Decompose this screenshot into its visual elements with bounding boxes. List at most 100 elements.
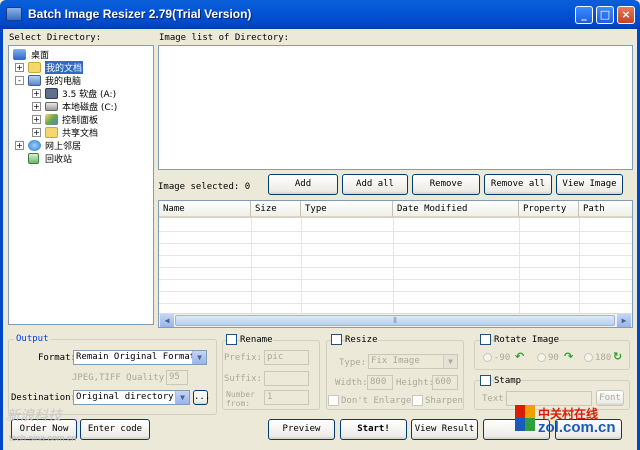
- number-from-label: Number from:: [226, 390, 255, 408]
- rotate-90-radio[interactable]: [537, 353, 546, 362]
- view-image-button[interactable]: View Image: [556, 174, 623, 195]
- quality-field[interactable]: 95: [166, 370, 188, 385]
- number-from-field[interactable]: 1: [264, 390, 309, 405]
- width-field[interactable]: 800: [367, 375, 393, 390]
- window-title: Batch Image Resizer 2.79(Trial Version): [28, 7, 252, 21]
- image-list-label: Image list of Directory:: [159, 33, 290, 43]
- rotate-180-icon: ↻: [613, 350, 623, 363]
- format-select[interactable]: Remain Original Format ▼: [73, 350, 207, 365]
- recycle-bin-icon: [28, 153, 39, 164]
- folder-icon: [45, 127, 58, 138]
- resize-type-select[interactable]: Fix Image ▼: [368, 354, 458, 369]
- expand-toggle[interactable]: +: [32, 102, 41, 111]
- resize-label: Resize: [345, 335, 378, 345]
- title-bar[interactable]: Batch Image Resizer 2.79(Trial Version) …: [0, 0, 640, 29]
- table-row: [159, 255, 632, 256]
- table-row: [159, 279, 632, 280]
- scroll-right-icon[interactable]: ▶: [617, 314, 631, 327]
- expand-toggle[interactable]: +: [15, 141, 24, 150]
- chevron-down-icon[interactable]: ▼: [175, 391, 189, 404]
- preview-button[interactable]: Preview: [268, 419, 335, 440]
- selected-images-table[interactable]: Name Size Type Date Modified Property Pa…: [158, 200, 633, 328]
- chevron-down-icon[interactable]: ▼: [443, 355, 457, 368]
- rename-label: Rename: [240, 335, 273, 345]
- expand-toggle[interactable]: +: [32, 115, 41, 124]
- column-header-type[interactable]: Type: [301, 201, 393, 218]
- collapse-toggle[interactable]: -: [15, 76, 24, 85]
- rotate-option-label: 180: [595, 353, 612, 363]
- sina-watermark: 新浪科技: [6, 407, 62, 423]
- rotate-180-radio[interactable]: [584, 353, 593, 362]
- table-row: [159, 303, 632, 304]
- start-button[interactable]: Start!: [340, 419, 407, 440]
- image-selected-count: Image selected: 0: [158, 182, 251, 192]
- maximize-button[interactable]: □: [596, 6, 614, 24]
- column-divider: [251, 218, 252, 318]
- column-divider: [519, 218, 520, 318]
- suffix-label: Suffix:: [224, 374, 262, 384]
- rotate-label: Rotate Image: [494, 335, 560, 345]
- tree-item-my-documents[interactable]: + 我的文档: [15, 61, 145, 74]
- rotate-option-label: 90: [548, 353, 559, 363]
- font-button[interactable]: Font: [596, 390, 624, 406]
- column-header-name[interactable]: Name: [159, 201, 251, 218]
- chevron-down-icon[interactable]: ▼: [192, 351, 206, 364]
- remove-all-button[interactable]: Remove all: [484, 174, 552, 195]
- rotate-checkbox[interactable]: [480, 334, 491, 345]
- table-row: [159, 267, 632, 268]
- image-list[interactable]: [158, 45, 633, 170]
- column-header-date-modified[interactable]: Date Modified: [393, 201, 519, 218]
- network-icon: [28, 140, 41, 151]
- prefix-label: Prefix:: [224, 353, 262, 363]
- zol-site-watermark: zol.com.cn: [538, 419, 616, 436]
- height-field[interactable]: 600: [432, 375, 458, 390]
- rename-checkbox[interactable]: [226, 334, 237, 345]
- directory-tree[interactable]: 桌面 + 我的文档 - 我的电脑 + 3.5 软盘 (A:) + 本地磁盘 (C…: [8, 45, 154, 325]
- rotate-left-icon: ↶: [515, 350, 525, 363]
- remove-button[interactable]: Remove: [412, 174, 480, 195]
- enter-code-button[interactable]: Enter code: [80, 419, 150, 440]
- folder-icon: [28, 62, 41, 73]
- column-divider: [393, 218, 394, 318]
- view-result-button[interactable]: View Result: [411, 419, 478, 440]
- format-label: Format:: [38, 353, 76, 363]
- dont-enlarge-checkbox[interactable]: [328, 395, 339, 406]
- sharpen-checkbox[interactable]: [412, 395, 423, 406]
- stamp-checkbox[interactable]: [480, 375, 491, 386]
- select-directory-label: Select Directory:: [9, 33, 102, 43]
- rotate-option-label: -90: [494, 353, 511, 363]
- stamp-text-field[interactable]: [506, 391, 592, 406]
- scroll-left-icon[interactable]: ◀: [160, 314, 174, 327]
- add-all-button[interactable]: Add all: [342, 174, 408, 195]
- output-legend: Output: [14, 334, 51, 344]
- column-divider: [301, 218, 302, 318]
- resize-checkbox[interactable]: [331, 334, 342, 345]
- destination-select[interactable]: Original directory ▼: [73, 390, 190, 405]
- control-panel-icon: [45, 114, 58, 125]
- height-label: Height:: [396, 378, 434, 388]
- close-button[interactable]: ×: [617, 6, 635, 24]
- column-header-property[interactable]: Property: [519, 201, 579, 218]
- destination-label: Destination:: [11, 393, 77, 403]
- add-button[interactable]: Add: [268, 174, 338, 195]
- drive-icon: [45, 102, 58, 111]
- suffix-field[interactable]: [264, 371, 309, 386]
- scroll-thumb[interactable]: ⦀: [175, 315, 615, 326]
- computer-icon: [28, 75, 41, 86]
- expand-toggle[interactable]: +: [32, 89, 41, 98]
- table-row: [159, 243, 632, 244]
- column-header-path[interactable]: Path: [579, 201, 632, 218]
- horizontal-scrollbar[interactable]: ◀ ⦀ ▶: [159, 313, 632, 327]
- column-header-size[interactable]: Size: [251, 201, 301, 218]
- zol-logo-icon: [515, 405, 535, 431]
- browse-button[interactable]: ...: [193, 390, 210, 405]
- minimize-button[interactable]: _: [575, 6, 593, 24]
- column-divider: [579, 218, 580, 318]
- expand-toggle[interactable]: +: [15, 63, 24, 72]
- sharpen-label: Sharpen: [425, 396, 463, 406]
- expand-toggle[interactable]: +: [32, 128, 41, 137]
- prefix-field[interactable]: pic: [264, 350, 309, 365]
- table-row: [159, 231, 632, 232]
- rotate-minus-90-radio[interactable]: [483, 353, 492, 362]
- type-label: Type:: [339, 358, 367, 368]
